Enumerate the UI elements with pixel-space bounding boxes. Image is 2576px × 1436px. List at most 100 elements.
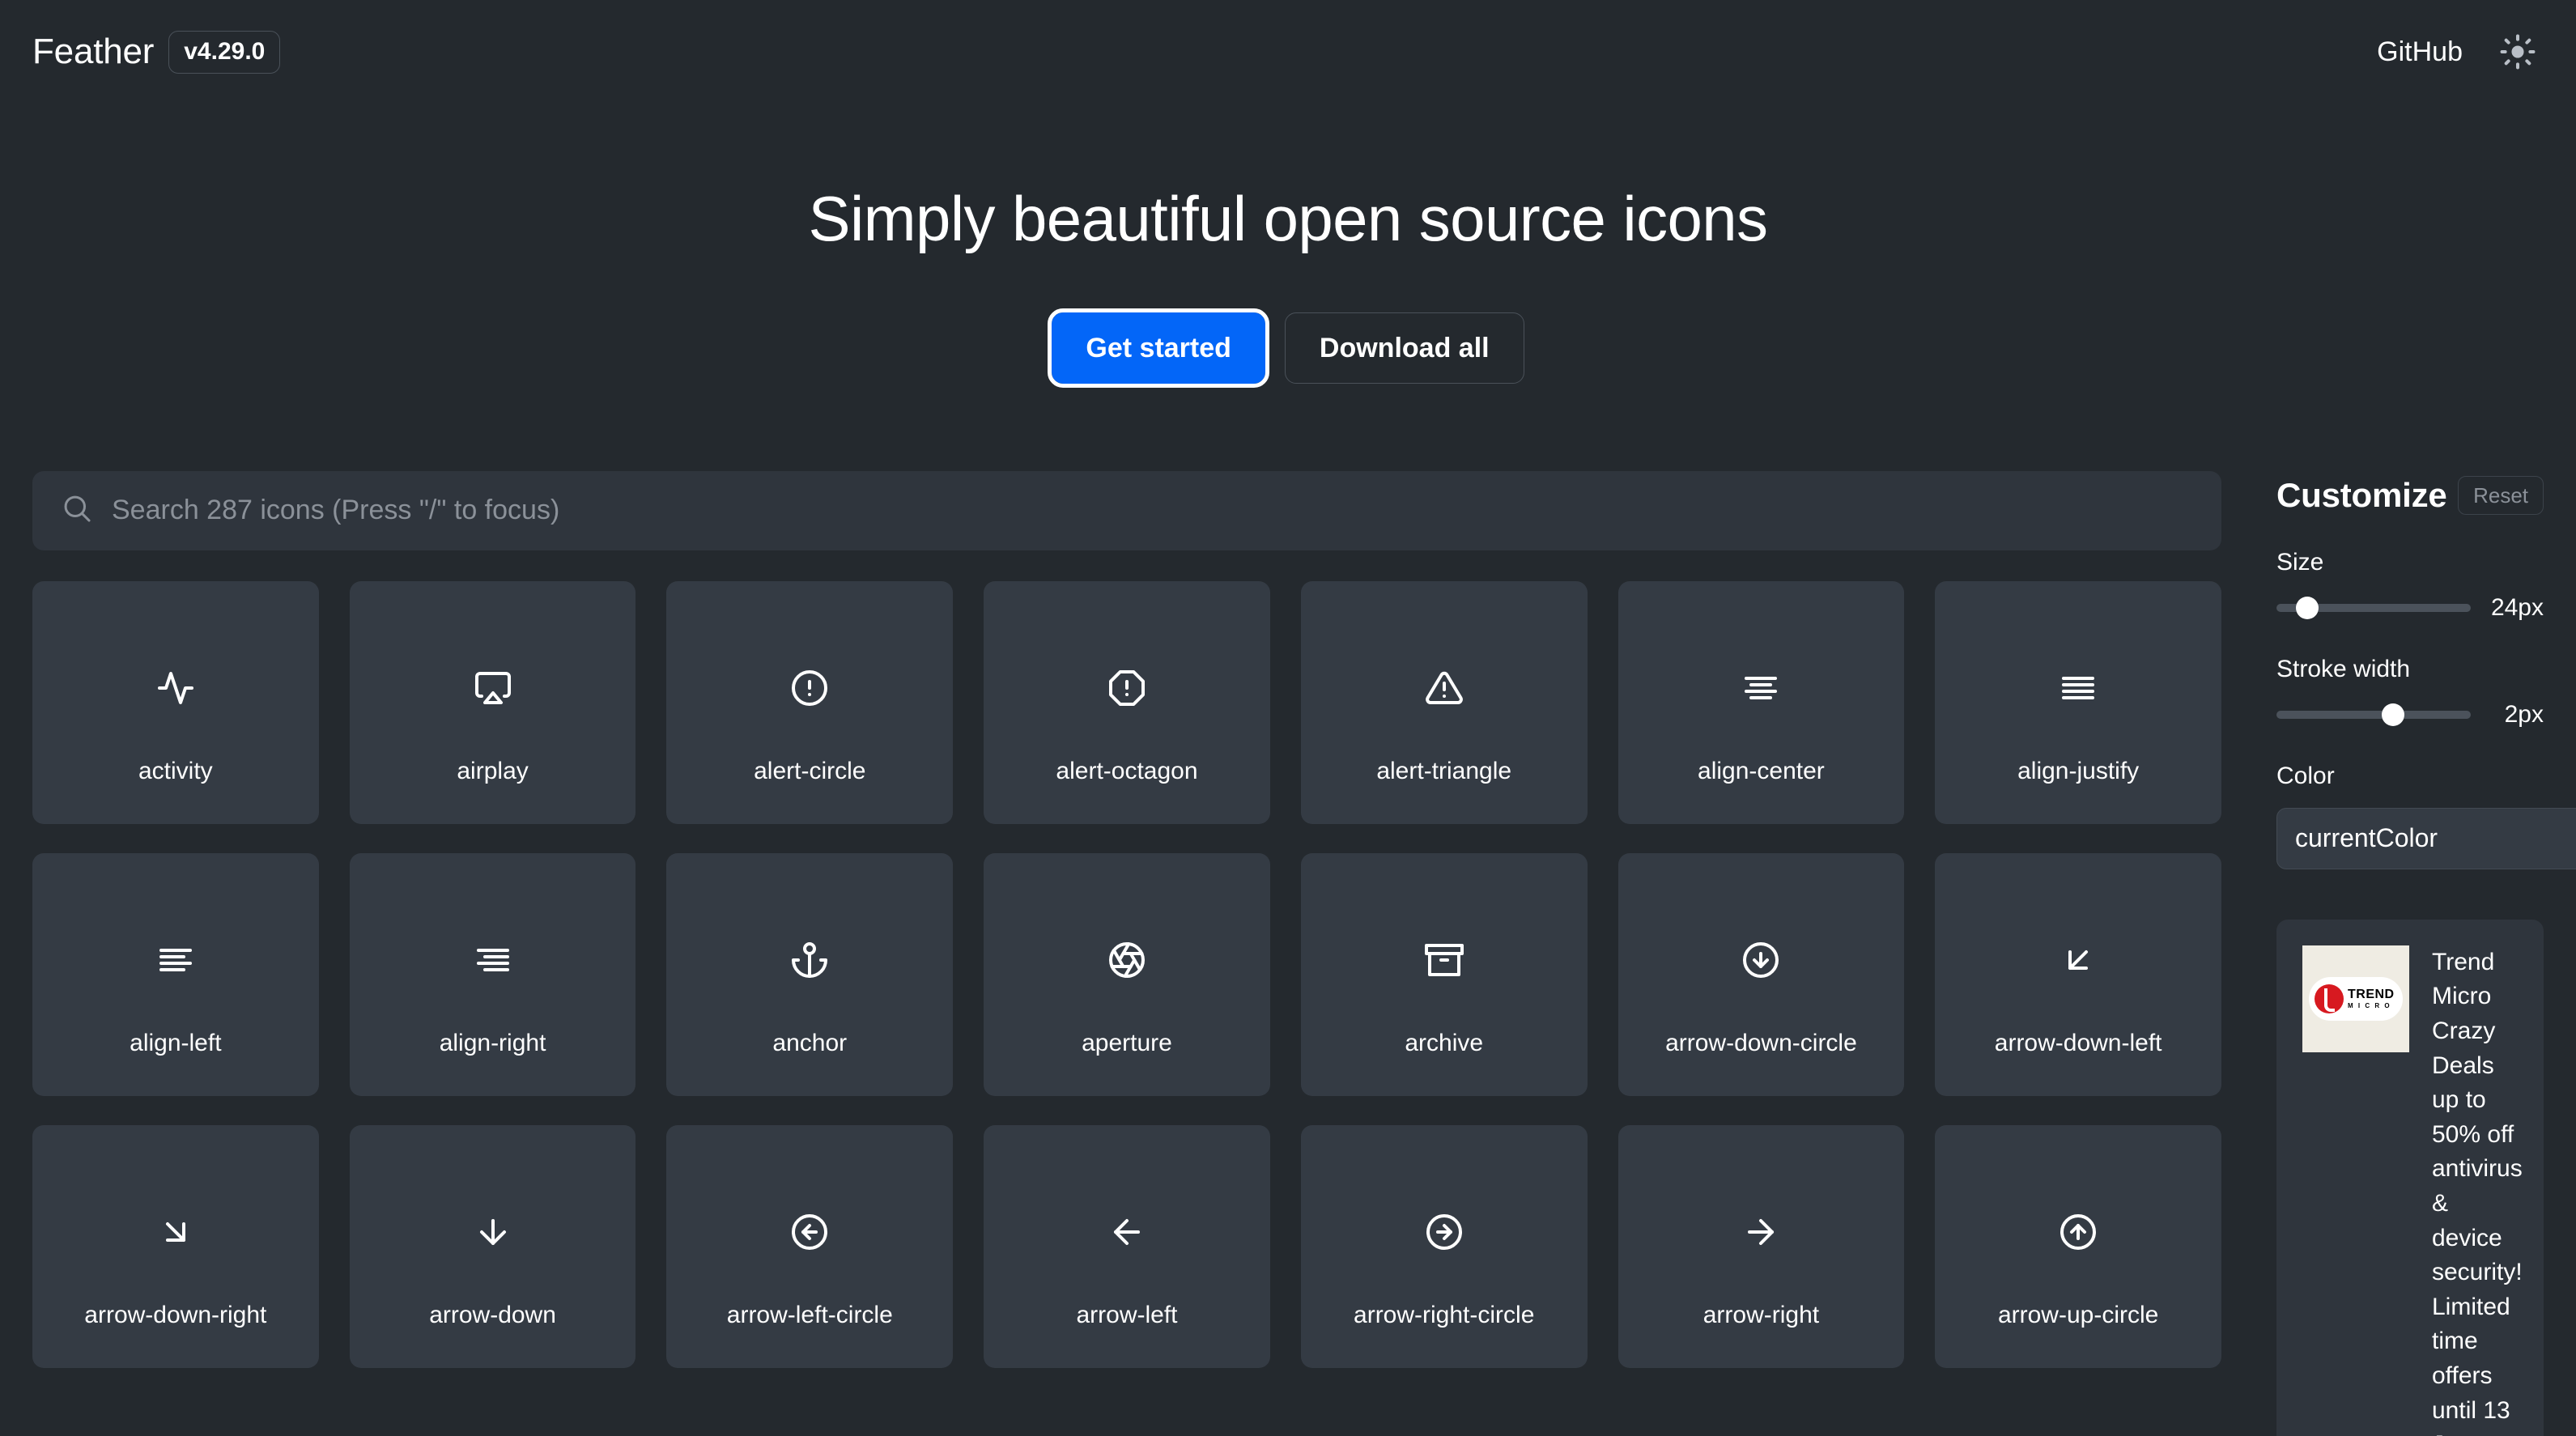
align-left-icon xyxy=(156,941,195,979)
icon-card-alert-triangle[interactable]: alert-triangle xyxy=(1300,580,1588,824)
alert-triangle-icon xyxy=(1425,669,1464,707)
stroke-slider-track xyxy=(2276,710,2471,719)
stroke-slider-row: 2px xyxy=(2276,701,2544,729)
icon-label: arrow-down-right xyxy=(84,1301,267,1328)
icon-card-arrow-left-circle[interactable]: arrow-left-circle xyxy=(666,1124,954,1368)
arrow-right-icon xyxy=(1741,1213,1780,1251)
activity-icon xyxy=(156,669,195,707)
page-title: Simply beautiful open source icons xyxy=(808,183,1769,254)
ad-logo-line1: TREND xyxy=(2348,987,2395,1001)
search-icon xyxy=(62,493,92,528)
icon-card-align-right[interactable]: align-right xyxy=(349,852,636,1096)
align-right-icon xyxy=(474,941,512,979)
icon-card-align-center[interactable]: align-center xyxy=(1617,580,1905,824)
icon-grid: activity airplay alert-circle alert-octagon… xyxy=(32,580,2221,1368)
size-slider[interactable] xyxy=(2276,596,2471,619)
trend-micro-wordmark: TREND M I C R O xyxy=(2348,988,2395,1009)
customize-header: Customize Reset xyxy=(2276,475,2544,515)
icon-label: align-justify xyxy=(2017,757,2140,784)
trend-micro-logo-icon: TREND M I C R O xyxy=(2309,976,2403,1021)
arrow-down-left-icon xyxy=(2059,941,2098,979)
github-link[interactable]: GitHub xyxy=(2377,36,2463,68)
icon-card-arrow-down-left[interactable]: arrow-down-left xyxy=(1935,852,2221,1096)
arrow-left-icon xyxy=(1107,1213,1146,1251)
icon-card-alert-octagon[interactable]: alert-octagon xyxy=(984,580,1270,824)
stroke-width-value: 2px xyxy=(2504,700,2544,728)
icon-label: arrow-down xyxy=(429,1301,556,1328)
brand-name: Feather xyxy=(32,32,155,71)
search-input[interactable] xyxy=(112,495,2192,527)
reset-button[interactable]: Reset xyxy=(2458,475,2544,515)
arrow-down-icon xyxy=(474,1213,512,1251)
icon-card-activity[interactable]: activity xyxy=(32,580,319,824)
icon-card-airplay[interactable]: airplay xyxy=(349,580,636,824)
size-label: Size xyxy=(2276,548,2324,576)
ad-card[interactable]: TREND M I C R O Trend Micro Crazy Deals … xyxy=(2276,919,2544,1436)
aperture-icon xyxy=(1107,941,1146,979)
icon-browser: activity airplay alert-circle alert-octagon… xyxy=(32,470,2221,1368)
brand: Feather v4.29.0 xyxy=(32,30,281,74)
stroke-slider-thumb[interactable] xyxy=(2382,703,2404,726)
icon-label: anchor xyxy=(772,1029,848,1056)
icon-label: airplay xyxy=(457,757,529,784)
icon-card-align-justify[interactable]: align-justify xyxy=(1935,580,2221,824)
customize-panel: Customize Reset Size 24px Stroke width 2… xyxy=(2276,471,2576,1436)
version-badge: v4.29.0 xyxy=(168,30,281,74)
icon-label: arrow-right-circle xyxy=(1354,1301,1535,1328)
icon-card-arrow-right[interactable]: arrow-right xyxy=(1617,1124,1905,1368)
color-input[interactable] xyxy=(2276,807,2576,869)
search-bar[interactable] xyxy=(32,470,2221,550)
site-header: Feather v4.29.0 GitHub xyxy=(0,0,2576,104)
icon-label: arrow-left xyxy=(1076,1301,1178,1328)
icon-label: arrow-right xyxy=(1702,1301,1820,1328)
anchor-icon xyxy=(790,941,829,979)
icon-label: arrow-up-circle xyxy=(1997,1301,2159,1328)
color-label: Color xyxy=(2276,762,2335,789)
icon-label: aperture xyxy=(1082,1029,1172,1056)
icon-card-aperture[interactable]: aperture xyxy=(984,852,1270,1096)
trend-micro-mark-icon xyxy=(2315,984,2344,1013)
customize-title: Customize xyxy=(2276,475,2447,514)
icon-card-align-left[interactable]: align-left xyxy=(32,852,319,1096)
icon-label: align-left xyxy=(130,1029,222,1056)
download-all-button[interactable]: Download all xyxy=(1284,312,1524,384)
icon-label: alert-octagon xyxy=(1056,757,1198,784)
size-value: 24px xyxy=(2490,593,2544,621)
icon-card-arrow-right-circle[interactable]: arrow-right-circle xyxy=(1300,1124,1588,1368)
ad-image[interactable]: TREND M I C R O xyxy=(2302,945,2409,1052)
arrow-down-circle-icon xyxy=(1741,941,1780,979)
color-row xyxy=(2276,807,2576,869)
alert-octagon-icon xyxy=(1107,669,1146,707)
icon-card-arrow-left[interactable]: arrow-left xyxy=(984,1124,1270,1368)
arrow-left-circle-icon xyxy=(790,1213,829,1251)
main-content: activity airplay alert-circle alert-octagon… xyxy=(0,470,2576,1436)
icon-card-alert-circle[interactable]: alert-circle xyxy=(666,580,954,824)
icon-card-arrow-up-circle[interactable]: arrow-up-circle xyxy=(1935,1124,2221,1368)
stroke-width-label: Stroke width xyxy=(2276,655,2411,682)
icon-card-arrow-down-right[interactable]: arrow-down-right xyxy=(32,1124,319,1368)
icon-card-archive[interactable]: archive xyxy=(1300,852,1588,1096)
arrow-right-circle-icon xyxy=(1425,1213,1464,1251)
icon-label: alert-triangle xyxy=(1376,757,1512,784)
icon-card-arrow-down[interactable]: arrow-down xyxy=(349,1124,636,1368)
archive-icon xyxy=(1424,941,1464,979)
icon-label: activity xyxy=(138,757,213,784)
icon-label: arrow-down-circle xyxy=(1665,1029,1857,1056)
icon-label: arrow-down-left xyxy=(1994,1029,2162,1056)
size-slider-thumb[interactable] xyxy=(2296,596,2319,619)
sun-icon[interactable] xyxy=(2495,29,2540,74)
icon-label: archive xyxy=(1405,1029,1484,1056)
alert-circle-icon xyxy=(790,669,829,707)
arrow-up-circle-icon xyxy=(2059,1213,2098,1251)
stroke-width-slider[interactable] xyxy=(2276,703,2471,726)
airplay-icon xyxy=(474,669,512,707)
icon-label: alert-circle xyxy=(754,757,866,784)
ad-text[interactable]: Trend Micro Crazy Deals up to 50% off an… xyxy=(2432,945,2523,1436)
align-justify-icon xyxy=(2059,669,2098,707)
hero-section: Simply beautiful open source icons Get s… xyxy=(0,104,2576,388)
size-slider-row: 24px xyxy=(2276,594,2544,622)
get-started-button[interactable]: Get started xyxy=(1048,308,1269,388)
icon-card-arrow-down-circle[interactable]: arrow-down-circle xyxy=(1617,852,1905,1096)
icon-card-anchor[interactable]: anchor xyxy=(666,852,954,1096)
header-actions: GitHub xyxy=(2377,29,2540,74)
